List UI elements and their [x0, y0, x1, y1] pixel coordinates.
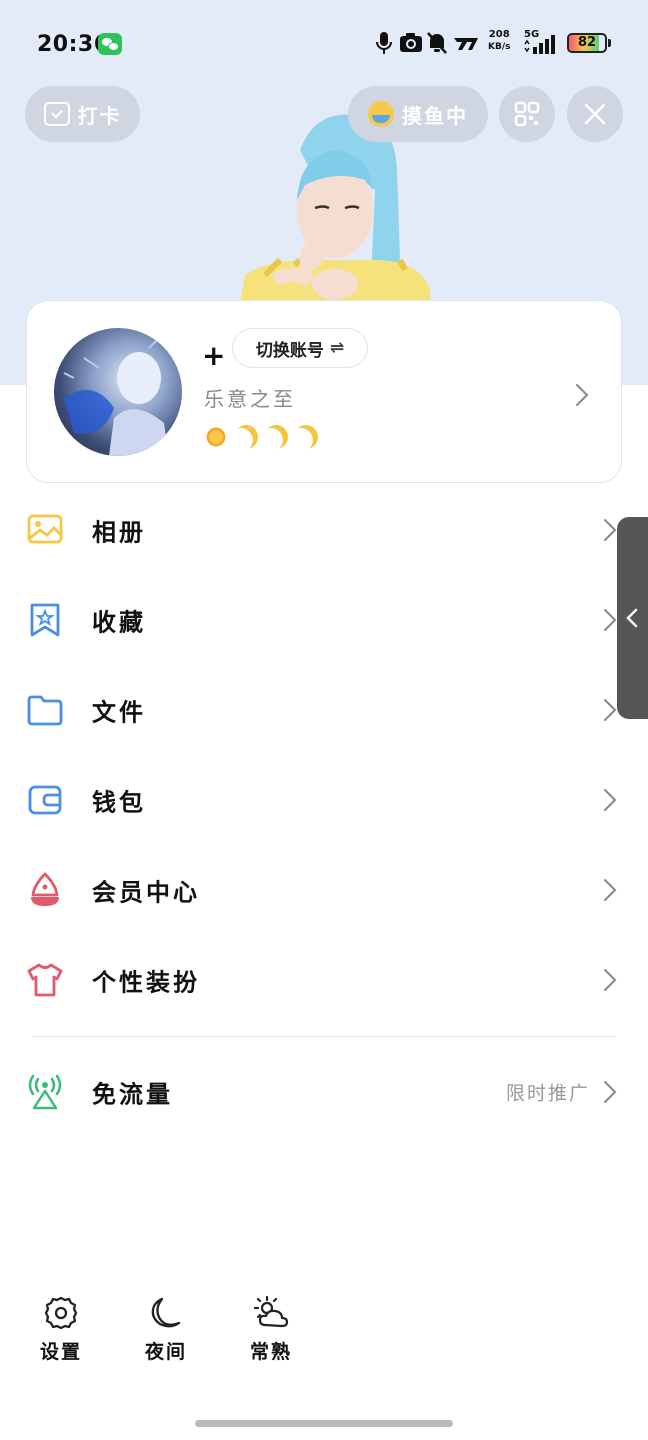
signal-strength-icon: [524, 35, 555, 54]
vip-icon: [31, 872, 59, 906]
side-drawer-handle[interactable]: [617, 517, 648, 719]
favorite-icon: [30, 603, 60, 637]
battery-level: 82: [577, 35, 597, 50]
mute-bell-icon: [427, 32, 447, 54]
menu-label: 文件: [92, 698, 146, 727]
menu-label: 免流量: [92, 1080, 173, 1109]
weather-button[interactable]: 常熟: [236, 1295, 306, 1364]
switch-arrows-icon: ⇌: [329, 338, 345, 358]
moon-icon: [151, 1297, 181, 1328]
chevron-right-icon: [604, 789, 617, 811]
level-badges: [204, 425, 318, 449]
sun-level-icon: [204, 425, 228, 449]
moon-level-icon: [230, 421, 263, 454]
moon-level-icon: [260, 421, 293, 454]
profile-card[interactable]: + 切换账号 ⇌ 乐意之至: [26, 300, 622, 483]
battery-tip: [608, 39, 611, 47]
menu-item-vip-center[interactable]: 会员中心: [0, 845, 648, 935]
chevron-right-icon: [604, 879, 617, 901]
switch-account-label: 切换账号: [255, 340, 324, 361]
wechat-notification-icon: [98, 33, 122, 55]
avatar[interactable]: [54, 328, 182, 456]
network-speed: 208 KB/s: [488, 29, 511, 52]
status-bar: 20:36 208 KB/s 5G 82: [0, 0, 648, 90]
settings-button[interactable]: 设置: [26, 1295, 96, 1364]
chevron-left-icon: [626, 608, 638, 628]
menu-label: 收藏: [92, 608, 146, 637]
calendar-check-icon: [43, 102, 70, 126]
wallet-icon: [28, 785, 62, 815]
home-indicator[interactable]: [195, 1420, 453, 1427]
chevron-right-icon: [604, 969, 617, 991]
gear-icon: [44, 1296, 78, 1330]
album-icon: [27, 514, 63, 544]
app-notification-icon: [454, 38, 478, 50]
nickname: 乐意之至: [204, 387, 296, 411]
menu-item-personalization[interactable]: 个性装扮: [0, 935, 648, 1025]
qr-code-button[interactable]: [499, 86, 555, 142]
tshirt-icon: [27, 963, 63, 997]
add-account-button[interactable]: +: [202, 339, 225, 372]
sweat-emoji-icon: [368, 101, 394, 127]
menu-item-album[interactable]: 相册: [0, 485, 648, 575]
folder-icon: [27, 695, 63, 726]
avatar-artwork: [63, 337, 169, 456]
menu-item-favorites[interactable]: 收藏: [0, 575, 648, 665]
chevron-right-icon: [604, 699, 617, 721]
menu-item-wallet[interactable]: 钱包: [0, 755, 648, 845]
status-button[interactable]: 摸鱼中: [348, 86, 488, 142]
chevron-right-icon: [604, 609, 617, 631]
promo-tag: 限时推广: [505, 1082, 590, 1105]
battery-indicator: 82: [567, 33, 607, 53]
chevron-right-icon: [604, 1081, 617, 1103]
qr-code-icon: [514, 101, 540, 127]
checkin-button[interactable]: 打卡: [25, 86, 140, 142]
night-label: 夜间: [144, 1341, 187, 1363]
menu-divider: [32, 1036, 616, 1037]
menu-label: 相册: [92, 518, 146, 547]
menu-label: 钱包: [92, 788, 146, 817]
weather-label: 常熟: [249, 1341, 292, 1363]
moon-level-icon: [290, 421, 323, 454]
close-button[interactable]: [567, 86, 623, 142]
night-mode-button[interactable]: 夜间: [131, 1295, 201, 1364]
menu-label: 个性装扮: [92, 968, 200, 997]
checkin-label: 打卡: [77, 103, 122, 128]
microphone-icon: [376, 32, 392, 54]
chevron-right-icon[interactable]: [575, 383, 589, 407]
close-icon: [584, 103, 606, 125]
switch-account-button[interactable]: 切换账号 ⇌: [232, 328, 368, 368]
signal-person-icon: [28, 1074, 62, 1110]
menu-item-files[interactable]: 文件: [0, 665, 648, 755]
status-label: 摸鱼中: [402, 103, 468, 128]
menu-item-free-data[interactable]: 免流量 限时推广: [0, 1047, 648, 1137]
partly-cloudy-icon: [253, 1295, 289, 1328]
menu-label: 会员中心: [92, 878, 200, 907]
chevron-right-icon: [604, 519, 617, 541]
settings-label: 设置: [39, 1341, 82, 1363]
camera-icon: [400, 33, 422, 52]
